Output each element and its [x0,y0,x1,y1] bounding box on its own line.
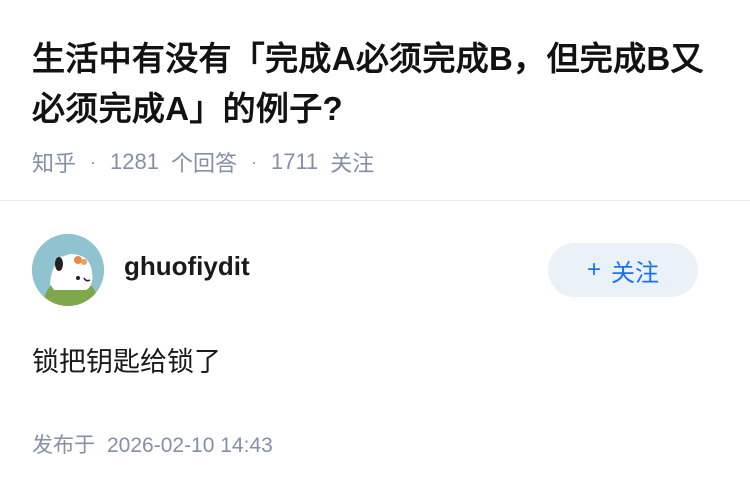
answer-card: ghuofiydit + 关注 锁把钥匙给锁了 发布于 2026-02-10 14… [0,234,750,459]
publish-info: 发布于 2026-02-10 14:43 [32,429,718,459]
question-header: 生活中有没有「完成A必须完成B，但完成B又必须完成A」的例子? 知乎 · 128… [0,0,750,201]
source-label[interactable]: 知乎 [32,146,76,178]
answer-count: 1281 [110,149,159,174]
follow-button[interactable]: + 关注 [548,243,698,297]
answer-content: 锁把钥匙给锁了 [32,347,221,377]
plus-icon: + [586,256,601,283]
question-meta: 知乎 · 1281 个回答 · 1711 关注 [32,146,718,178]
answer-count-label[interactable]: 个回答 [171,146,237,178]
follower-count-label: 关注 [330,151,375,176]
separator-dot: · [90,151,97,172]
avatar-dog-icon [32,234,104,306]
separator-dot: · [250,151,257,172]
author-name[interactable]: ghuofiydit [124,251,250,282]
author-row: ghuofiydit + 关注 [32,234,718,306]
publish-label: 发布于 [32,434,95,457]
avatar[interactable] [32,234,104,306]
publish-time: 2026-02-10 14:43 [107,434,273,457]
follow-button-label: 关注 [611,259,659,287]
question-title[interactable]: 生活中有没有「完成A必须完成B，但完成B又必须完成A」的例子? [32,34,718,134]
follower-count: 1711 [270,149,319,174]
